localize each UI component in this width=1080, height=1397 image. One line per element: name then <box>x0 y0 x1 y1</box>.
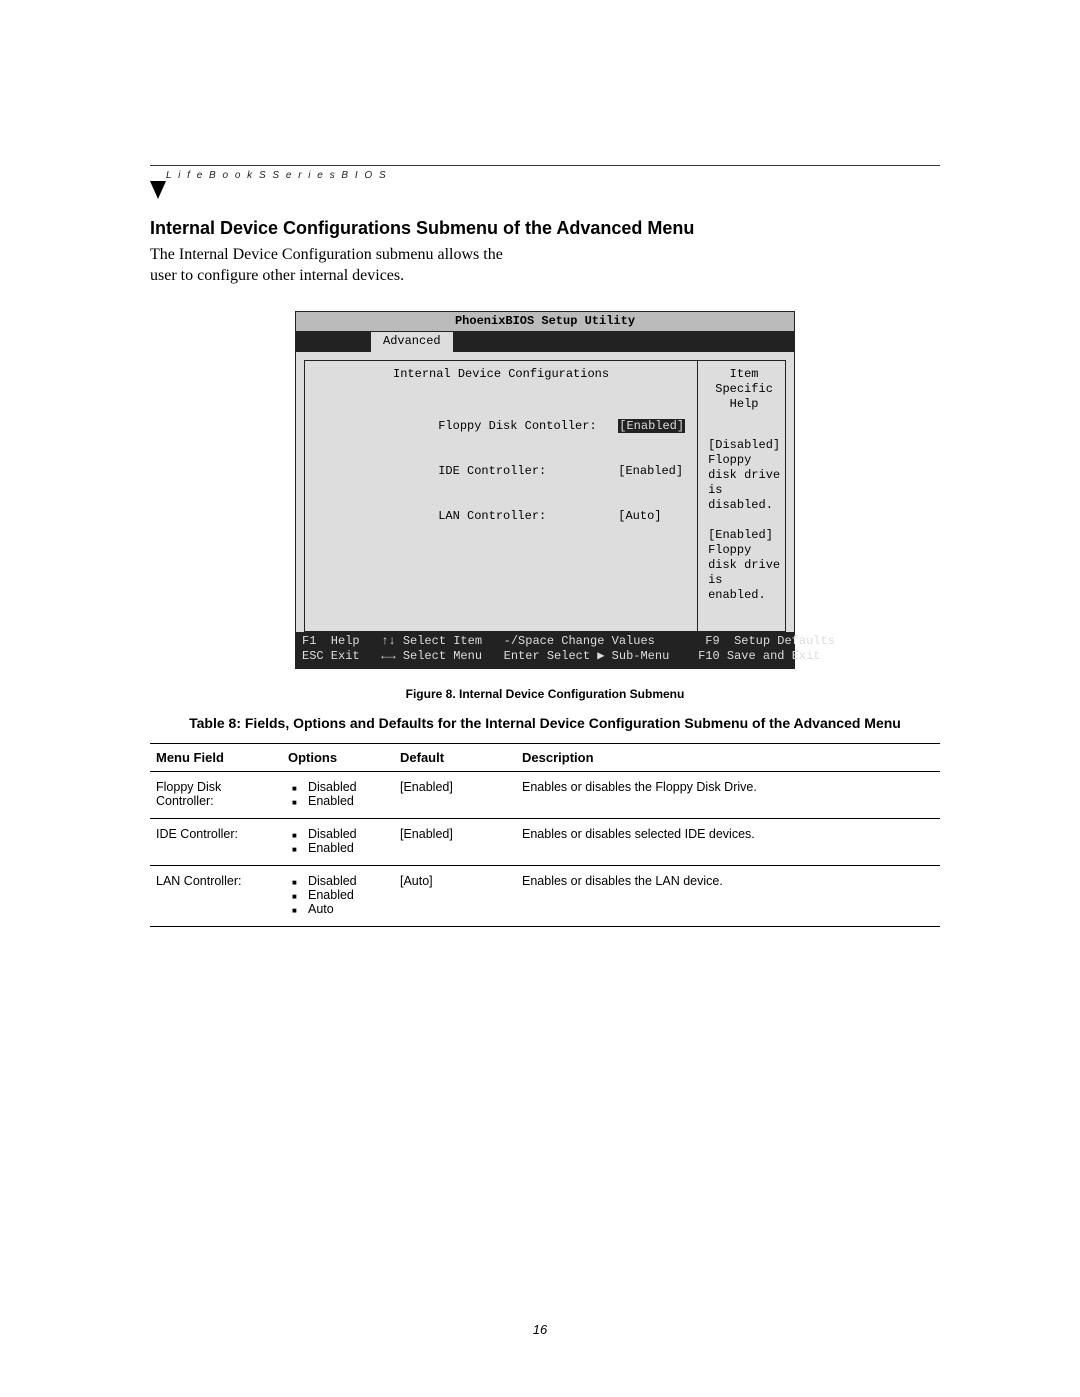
intro-line-1: The Internal Device Configuration submen… <box>150 246 503 263</box>
cell-menu-field: LAN Controller: <box>150 865 282 926</box>
footer-row1: F1 Help ↑↓ Select Item -/Space Change Va… <box>302 634 835 648</box>
cell-default: [Enabled] <box>394 771 516 818</box>
intro-text: The Internal Device Configuration submen… <box>150 245 570 287</box>
help-l6: enabled. <box>708 588 780 603</box>
option-item: Disabled <box>302 780 388 794</box>
page-number: 16 <box>0 1322 1080 1337</box>
option-item: Enabled <box>302 794 388 808</box>
cell-menu-field: Floppy Disk Controller: <box>150 771 282 818</box>
section-title: Internal Device Configurations Submenu o… <box>150 218 940 239</box>
option-item: Disabled <box>302 874 388 888</box>
help-l1: [Disabled] <box>708 438 780 453</box>
intro-line-2: user to configure other internal devices… <box>150 267 404 284</box>
footer-row2: ESC Exit ←→ Select Menu Enter Select ▶ S… <box>302 649 821 663</box>
cell-options: DisabledEnabled <box>282 818 394 865</box>
bios-title: PhoenixBIOS Setup Utility <box>296 312 794 332</box>
option-item: Disabled <box>302 827 388 841</box>
table-row: LAN Controller:DisabledEnabledAuto[Auto]… <box>150 865 940 926</box>
option-item: Enabled <box>302 841 388 855</box>
figure-caption: Figure 8. Internal Device Configuration … <box>150 687 940 701</box>
breadcrumb: L i f e B o o k S S e r i e s B I O S <box>166 170 940 181</box>
header-triangle-icon <box>150 181 940 204</box>
bios-tab-bar: Advanced <box>296 332 794 352</box>
cell-description: Enables or disables the Floppy Disk Driv… <box>516 771 940 818</box>
field-lan-label: LAN Controller: <box>438 509 546 523</box>
th-default: Default <box>394 743 516 771</box>
cell-menu-field: IDE Controller: <box>150 818 282 865</box>
cell-description: Enables or disables the LAN device. <box>516 865 940 926</box>
help-l3: disabled. <box>708 498 780 513</box>
field-lan-value[interactable]: [Auto] <box>618 509 661 523</box>
tab-advanced[interactable]: Advanced <box>371 332 453 354</box>
help-l5: Floppy disk drive is <box>708 543 780 588</box>
help-l2: Floppy disk drive is <box>708 453 780 498</box>
field-floppy-label: Floppy Disk Contoller: <box>438 419 596 433</box>
bios-footer: F1 Help ↑↓ Select Item -/Space Change Va… <box>296 632 794 668</box>
th-menu-field: Menu Field <box>150 743 282 771</box>
fields-table: Menu Field Options Default Description F… <box>150 743 940 927</box>
table-row: IDE Controller:DisabledEnabled[Enabled]E… <box>150 818 940 865</box>
header-rule <box>150 165 940 166</box>
cell-default: [Enabled] <box>394 818 516 865</box>
bios-right-title: Item Specific Help <box>698 361 790 416</box>
th-options: Options <box>282 743 394 771</box>
cell-description: Enables or disables selected IDE devices… <box>516 818 940 865</box>
help-l4: [Enabled] <box>708 528 780 543</box>
field-ide-label: IDE Controller: <box>438 464 546 478</box>
th-description: Description <box>516 743 940 771</box>
cell-default: [Auto] <box>394 865 516 926</box>
bios-left-title: Internal Device Configurations <box>305 361 697 386</box>
bios-screenshot: PhoenixBIOS Setup Utility Advanced Inter… <box>295 311 795 669</box>
bios-help-text: [Disabled] Floppy disk drive is disabled… <box>698 416 790 611</box>
cell-options: DisabledEnabledAuto <box>282 865 394 926</box>
option-item: Auto <box>302 902 388 916</box>
table-title: Table 8: Fields, Options and Defaults fo… <box>150 715 940 731</box>
option-item: Enabled <box>302 888 388 902</box>
field-ide-value[interactable]: [Enabled] <box>618 464 683 478</box>
field-floppy-value[interactable]: [Enabled] <box>618 419 685 433</box>
cell-options: DisabledEnabled <box>282 771 394 818</box>
table-row: Floppy Disk Controller:DisabledEnabled[E… <box>150 771 940 818</box>
